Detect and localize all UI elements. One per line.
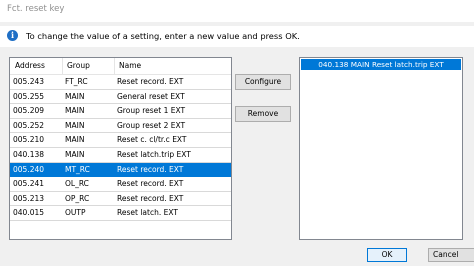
- title-bar: Fct. reset key: [0, 0, 474, 22]
- cell-group: MAIN: [65, 149, 85, 159]
- settings-table[interactable]: Address Group Name 005.243 FT_RC Reset rec…: [9, 57, 232, 240]
- cell-group: MAIN: [65, 91, 85, 101]
- cell-group: MAIN: [65, 106, 85, 116]
- cell-name: Reset record. EXT: [117, 179, 184, 189]
- cell-group: OL_RC: [65, 179, 89, 189]
- table-row[interactable]: 005.240 MT_RC Reset record. EXT: [10, 162, 231, 178]
- column-header-name[interactable]: Name: [114, 58, 141, 74]
- info-bar: i To change the value of a setting, ente…: [0, 26, 474, 47]
- table-rows: 005.243 FT_RC Reset record. EXT 005.255 MAIN…: [10, 75, 231, 221]
- cell-name: Reset record. EXT: [117, 193, 184, 203]
- cell-name: Reset latch. EXT: [117, 208, 178, 218]
- table-row[interactable]: 005.255 MAIN General reset EXT: [10, 90, 231, 105]
- cell-group: OUTP: [65, 208, 86, 218]
- table-row[interactable]: 040.015 OUTP Reset latch. EXT: [10, 206, 231, 221]
- cell-group: MAIN: [65, 135, 85, 145]
- cell-name: Reset c. cl/tr.c EXT: [117, 135, 187, 145]
- cell-address: 005.213: [13, 193, 45, 203]
- table-row[interactable]: 005.209 MAIN Group reset 1 EXT: [10, 104, 231, 119]
- cell-address: 005.209: [13, 106, 45, 116]
- column-header-group[interactable]: Group: [62, 58, 90, 74]
- cell-address: 040.138: [13, 149, 45, 159]
- window-title: Fct. reset key: [7, 4, 65, 14]
- table-row[interactable]: 005.213 OP_RC Reset record. EXT: [10, 192, 231, 207]
- info-icon: i: [7, 30, 18, 41]
- table-row[interactable]: 040.138 MAIN Reset latch.trip EXT: [10, 148, 231, 163]
- cell-group: OP_RC: [65, 193, 90, 203]
- cell-address: 005.255: [13, 91, 45, 101]
- cell-name: Group reset 1 EXT: [117, 106, 186, 116]
- cell-name: Reset record. EXT: [117, 164, 184, 174]
- column-header-address[interactable]: Address: [10, 58, 45, 74]
- cancel-button[interactable]: Cancel: [428, 248, 474, 262]
- cell-group: MAIN: [65, 120, 85, 130]
- cell-group: MT_RC: [65, 164, 90, 174]
- table-row[interactable]: 005.243 FT_RC Reset record. EXT: [10, 75, 231, 90]
- cell-group: FT_RC: [65, 77, 88, 86]
- ok-button[interactable]: OK: [367, 248, 407, 262]
- cell-address: 005.210: [13, 135, 45, 145]
- cell-name: General reset EXT: [117, 91, 185, 101]
- configure-button[interactable]: Configure: [235, 74, 291, 90]
- cell-name: Group reset 2 EXT: [117, 120, 186, 130]
- cell-address: 005.252: [13, 120, 45, 130]
- table-header: Address Group Name: [10, 58, 231, 75]
- info-text: To change the value of a setting, enter …: [26, 31, 300, 41]
- cell-address: 005.240: [13, 164, 45, 174]
- table-row[interactable]: 005.252 MAIN Group reset 2 EXT: [10, 119, 231, 134]
- cell-address: 005.241: [13, 179, 45, 189]
- cell-name: Reset latch.trip EXT: [117, 149, 191, 159]
- cell-address: 005.243: [13, 77, 45, 86]
- table-row[interactable]: 005.210 MAIN Reset c. cl/tr.c EXT: [10, 133, 231, 148]
- remove-button[interactable]: Remove: [235, 106, 291, 122]
- cell-name: Reset record. EXT: [117, 77, 184, 86]
- selected-list-item[interactable]: 040.138 MAIN Reset latch.trip EXT: [301, 59, 461, 70]
- selected-settings-list[interactable]: 040.138 MAIN Reset latch.trip EXT: [299, 57, 463, 240]
- cell-address: 040.015: [13, 208, 45, 218]
- table-row[interactable]: 005.241 OL_RC Reset record. EXT: [10, 177, 231, 192]
